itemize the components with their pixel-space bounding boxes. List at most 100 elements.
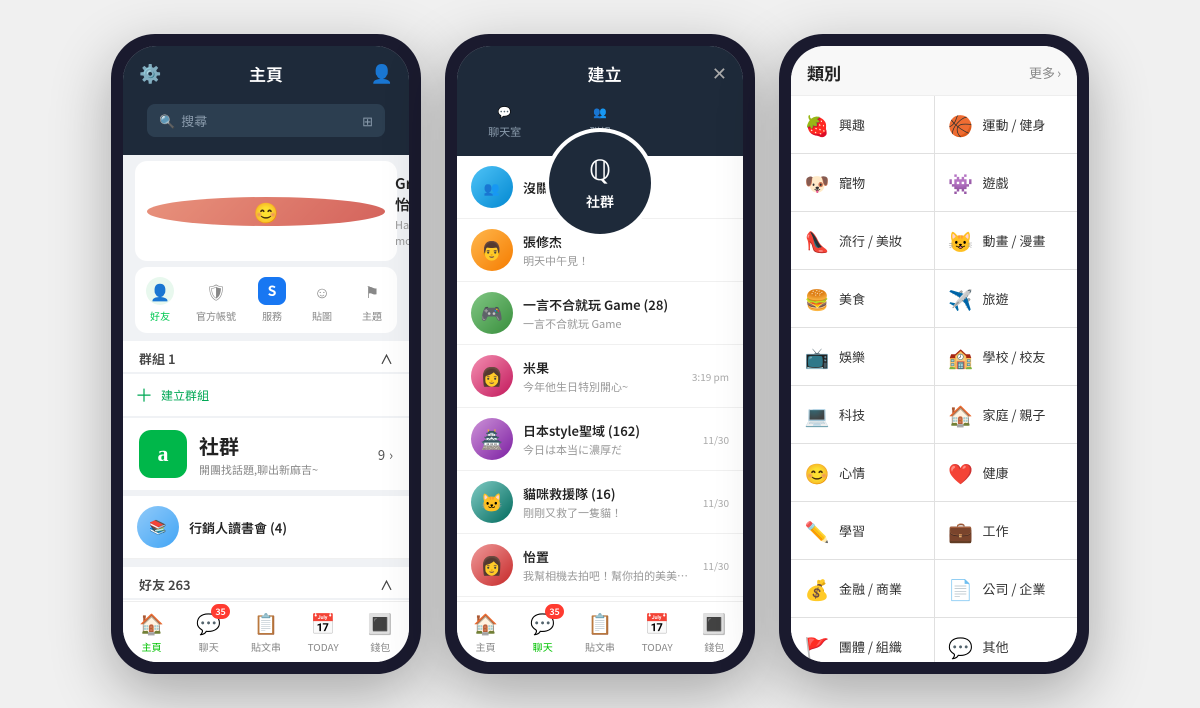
bottom-nav-home-label: 主頁 [142, 639, 162, 654]
chat-time-4: 11/30 [703, 432, 729, 447]
p2-bottom-nav-today[interactable]: 📅 TODAY [632, 608, 682, 654]
category-label-18: 團體 / 組織 [839, 637, 902, 656]
p2-bottom-nav-posts[interactable]: 📋 貼文串 [575, 608, 625, 654]
social-badge: 9 › [378, 445, 393, 464]
tab-chatroom[interactable]: 💬 聊天室 [457, 96, 552, 148]
chevron-up-friends-icon: ∧ [380, 575, 393, 594]
category-item-5[interactable]: 😺 動畫 / 漫畫 [935, 212, 1078, 269]
p2-bottom-nav-wallet[interactable]: 🔳 錢包 [689, 608, 739, 654]
category-item-7[interactable]: ✈️ 旅遊 [935, 270, 1078, 327]
category-item-16[interactable]: 💰 金融 / 商業 [791, 560, 934, 617]
group-tab-icon: 👥 [593, 104, 607, 120]
chevron-right-icon: › [389, 445, 393, 464]
phone-3-screen: 類別 更多 › 🍓 興趣 🏀 運動 / 健身 🐶 寵物 [791, 46, 1077, 662]
gear-icon[interactable]: ⚙️ [139, 60, 161, 86]
bottom-nav-chat[interactable]: 💬 35 聊天 [184, 608, 234, 654]
bottom-nav-today[interactable]: 📅 TODAY [298, 608, 348, 654]
build-group-item[interactable]: ＋ 建立群組 [123, 374, 409, 416]
chat-name-1: 張修杰 [523, 232, 729, 251]
more-button[interactable]: 更多 › [1029, 63, 1061, 82]
phone-3: 類別 更多 › 🍓 興趣 🏀 運動 / 健身 🐶 寵物 [779, 34, 1089, 674]
nav-item-service[interactable]: S 服務 [258, 277, 286, 323]
bottom-nav-posts-label: 貼文串 [251, 639, 281, 654]
social-circle-label: 社群 [586, 192, 614, 212]
chat-name-2: 一言不合就玩 Game (28) [523, 295, 729, 314]
phone-2: 建立 ✕ 💬 聊天室 👥 群組 a ℚ [445, 34, 755, 674]
chat-item-4[interactable]: 🏯 日本style聖域 (162) 今日は本当に濃厚だ 11/30 [457, 408, 743, 471]
today-icon: 📅 [311, 608, 336, 637]
chat-time-6: 11/30 [703, 558, 729, 573]
nav-item-friends[interactable]: 👤 好友 [146, 277, 174, 323]
category-icon-13: ❤️ [947, 458, 975, 487]
category-item-0[interactable]: 🍓 興趣 [791, 96, 934, 153]
category-label-11: 家庭 / 親子 [983, 405, 1046, 424]
category-item-1[interactable]: 🏀 運動 / 健身 [935, 96, 1078, 153]
p2-bottom-nav-wallet-label: 錢包 [704, 639, 724, 654]
chat-item-6[interactable]: 👩 怡置 我幫相機去拍吧！幫你拍的美美的~ 11/30 [457, 534, 743, 597]
category-item-14[interactable]: ✏️ 學習 [791, 502, 934, 559]
category-item-18[interactable]: 🚩 團體 / 組織 [791, 618, 934, 662]
category-icon-0: 🍓 [803, 110, 831, 139]
phone2-bottom-nav: 🏠 主頁 💬 35 聊天 📋 貼文串 📅 TODAY 🔳 [457, 601, 743, 662]
chat-info-4: 日本style聖域 (162) 今日は本当に濃厚だ [523, 421, 693, 458]
category-icon-3: 👾 [947, 168, 975, 197]
home-icon: 🏠 [139, 608, 164, 637]
categories-grid: 🍓 興趣 🏀 運動 / 健身 🐶 寵物 👾 遊戲 👠 流行 / [791, 96, 1077, 662]
chat-name-6: 怡置 [523, 547, 693, 566]
category-icon-19: 💬 [947, 632, 975, 661]
category-item-6[interactable]: 🍔 美食 [791, 270, 934, 327]
scan-icon[interactable]: ⊞ [362, 111, 373, 130]
bottom-nav-wallet[interactable]: 🔳 錢包 [355, 608, 405, 654]
p2-bottom-nav-home-label: 主頁 [476, 639, 496, 654]
category-item-15[interactable]: 💼 工作 [935, 502, 1078, 559]
category-item-10[interactable]: 💻 科技 [791, 386, 934, 443]
p2-bottom-nav-posts-label: 貼文串 [585, 639, 615, 654]
category-item-8[interactable]: 📺 娛樂 [791, 328, 934, 385]
social-card[interactable]: a 社群 開團找話題,聊出新麻吉~ 9 › [123, 418, 409, 490]
chat-preview-1: 明天中午見！ [523, 253, 729, 269]
chat-item-2[interactable]: 🎮 一言不合就玩 Game (28) 一言不合就玩 Game [457, 282, 743, 345]
category-item-11[interactable]: 🏠 家庭 / 親子 [935, 386, 1078, 443]
profile-card[interactable]: 😊 Grace 怡置 Happy moment Keep [135, 161, 397, 261]
category-label-13: 健康 [983, 463, 1009, 482]
more-label: 更多 [1029, 63, 1055, 82]
category-item-2[interactable]: 🐶 寵物 [791, 154, 934, 211]
category-label-7: 旅遊 [983, 289, 1009, 308]
chat-name-4: 日本style聖域 (162) [523, 421, 693, 440]
category-item-12[interactable]: 😊 心情 [791, 444, 934, 501]
chat-avatar-1: 👨 [471, 229, 513, 271]
bottom-nav-wallet-label: 錢包 [370, 639, 390, 654]
chat-preview-3: 今年他生日特別開心~ [523, 379, 682, 395]
bottom-nav-posts[interactable]: 📋 貼文串 [241, 608, 291, 654]
chat-avatar-6: 👩 [471, 544, 513, 586]
chat-item-5[interactable]: 🐱 貓咪救援隊 (16) 剛剛又救了一隻貓！ 11/30 [457, 471, 743, 534]
chat-name-5: 貓咪救援隊 (16) [523, 484, 693, 503]
marketing-group-item[interactable]: 📚 行銷人讀書會 (4) [123, 496, 409, 559]
nav-item-official[interactable]: 🛡 官方帳號 [196, 277, 236, 323]
category-item-17[interactable]: 📄 公司 / 企業 [935, 560, 1078, 617]
category-label-16: 金融 / 商業 [839, 579, 902, 598]
category-label-10: 科技 [839, 405, 865, 424]
p2-bottom-nav-chat[interactable]: 💬 35 聊天 [518, 608, 568, 654]
service-icon: S [258, 277, 286, 305]
bottom-nav-home[interactable]: 🏠 主頁 [127, 608, 177, 654]
person-icon[interactable]: 👤 [371, 60, 393, 86]
nav-item-theme[interactable]: ⚑ 主題 [358, 277, 386, 323]
nav-item-stickers[interactable]: ☺ 貼圖 [308, 277, 336, 323]
profile-status: Happy moment [395, 217, 409, 249]
search-bar[interactable]: 🔍 搜尋 ⊞ [147, 104, 385, 137]
chat-info-6: 怡置 我幫相機去拍吧！幫你拍的美美的~ [523, 547, 693, 584]
category-item-9[interactable]: 🏫 學校 / 校友 [935, 328, 1078, 385]
category-label-4: 流行 / 美妝 [839, 231, 902, 250]
category-item-3[interactable]: 👾 遊戲 [935, 154, 1078, 211]
social-circle[interactable]: ℚ 社群 [545, 128, 655, 238]
close-icon[interactable]: ✕ [712, 60, 727, 86]
category-icon-2: 🐶 [803, 168, 831, 197]
chat-item-3[interactable]: 👩 米果 今年他生日特別開心~ 3:19 pm [457, 345, 743, 408]
p2-posts-icon: 📋 [588, 608, 613, 637]
category-item-19[interactable]: 💬 其他 [935, 618, 1078, 662]
p2-bottom-nav-home[interactable]: 🏠 主頁 [461, 608, 511, 654]
search-placeholder: 搜尋 [181, 111, 207, 130]
category-item-13[interactable]: ❤️ 健康 [935, 444, 1078, 501]
category-item-4[interactable]: 👠 流行 / 美妝 [791, 212, 934, 269]
